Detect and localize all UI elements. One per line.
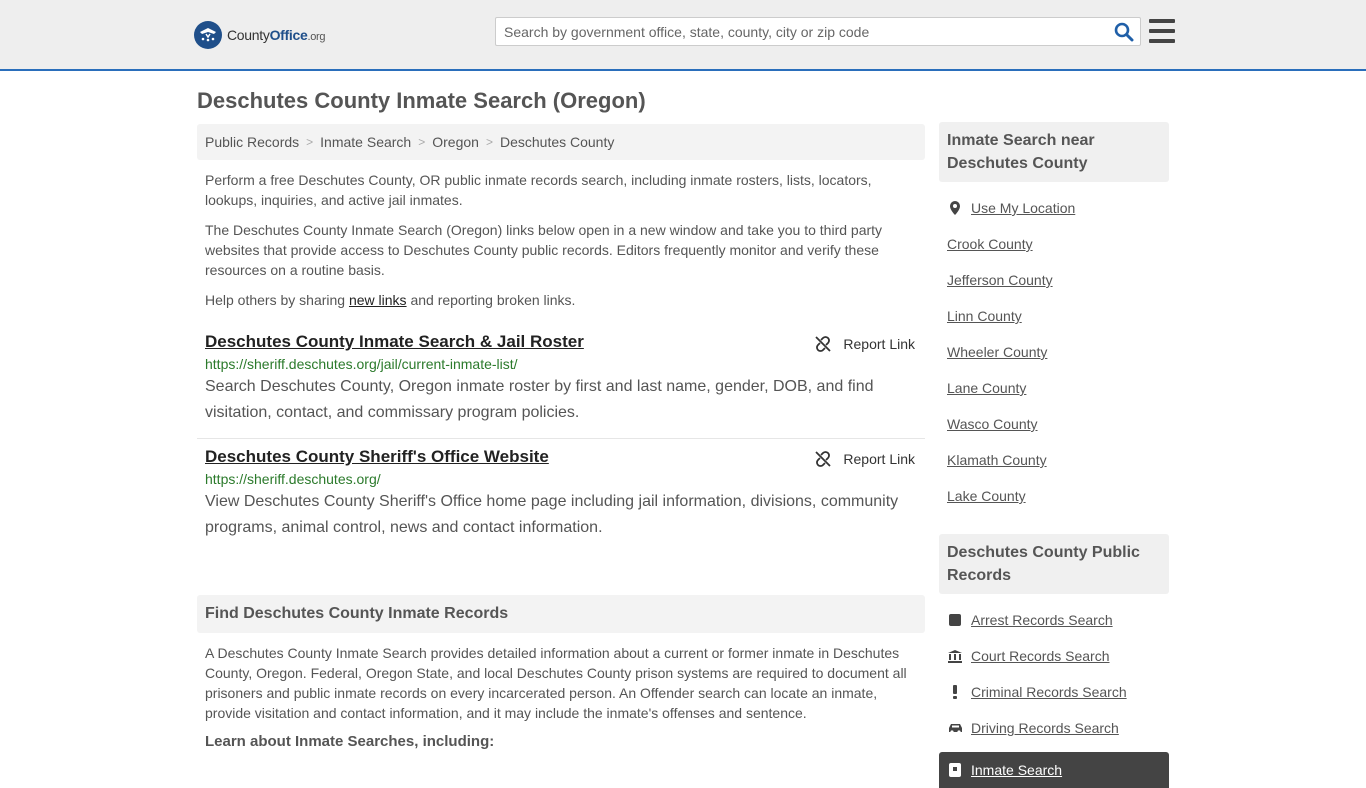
sidebar-item-use-my-location[interactable]: Use My Location [939, 190, 1169, 226]
sidebar-item-county[interactable]: Jefferson County [939, 262, 1169, 298]
exclamation-icon [947, 684, 963, 700]
result-description: View Deschutes County Sheriff's Office h… [205, 493, 899, 536]
public-records-heading: Deschutes County Public Records [939, 534, 1169, 594]
main-content: Public Records > Inmate Search > Oregon … [197, 124, 925, 750]
intro-text: Perform a free Deschutes County, OR publ… [197, 170, 925, 310]
seal-icon [194, 21, 222, 49]
sidebar-item-inmate-search[interactable]: Inmate Search [939, 752, 1169, 788]
sidebar: Inmate Search near Deschutes County Use … [939, 122, 1169, 788]
nearby-heading: Inmate Search near Deschutes County [939, 122, 1169, 182]
broken-link-icon [815, 451, 832, 467]
report-link-button[interactable]: Report Link [815, 336, 915, 352]
square-icon [947, 612, 963, 628]
learn-heading: Learn about Inmate Searches, including: [205, 733, 495, 750]
intro-paragraph: Perform a free Deschutes County, OR publ… [205, 172, 872, 208]
page-title: Deschutes County Inmate Search (Oregon) [197, 88, 646, 113]
site-header: CountyOffice.org [0, 0, 1366, 71]
sidebar-item-arrest-records[interactable]: Arrest Records Search [939, 602, 1169, 638]
search-input[interactable] [496, 18, 1096, 45]
site-logo[interactable]: CountyOffice.org [194, 20, 326, 50]
breadcrumb: Public Records > Inmate Search > Oregon … [197, 124, 925, 160]
intro-paragraph: The Deschutes County Inmate Search (Oreg… [205, 222, 883, 278]
map-pin-icon [947, 200, 963, 216]
result-description: Search Deschutes County, Oregon inmate r… [205, 378, 874, 421]
broken-link-icon [815, 336, 832, 352]
sidebar-item-county[interactable]: Linn County [939, 298, 1169, 334]
sidebar-item-county[interactable]: Wasco County [939, 406, 1169, 442]
sidebar-item-driving-records[interactable]: Driving Records Search [939, 710, 1169, 746]
nearby-list: Use My Location Crook County Jefferson C… [939, 190, 1169, 514]
search-bar [495, 17, 1141, 46]
breadcrumb-separator-icon: > [306, 135, 314, 149]
result-title-link[interactable]: Deschutes County Inmate Search & Jail Ro… [205, 332, 584, 352]
breadcrumb-separator-icon: > [485, 135, 493, 149]
sidebar-item-county[interactable]: Crook County [939, 226, 1169, 262]
hamburger-menu-icon[interactable] [1149, 19, 1175, 43]
car-icon [947, 720, 963, 736]
share-links-paragraph: Help others by sharing new links and rep… [205, 292, 576, 308]
search-icon[interactable] [1114, 22, 1134, 42]
result-url: https://sheriff.deschutes.org/ [205, 471, 381, 487]
sidebar-item-court-records[interactable]: Court Records Search [939, 638, 1169, 674]
result-url: https://sheriff.deschutes.org/jail/curre… [205, 356, 518, 372]
result-item: Deschutes County Sheriff's Office Websit… [197, 439, 925, 553]
sidebar-item-criminal-records[interactable]: Criminal Records Search [939, 674, 1169, 710]
new-links-link[interactable]: new links [349, 292, 407, 308]
breadcrumb-public-records[interactable]: Public Records [205, 134, 299, 150]
breadcrumb-inmate-search[interactable]: Inmate Search [320, 134, 411, 150]
report-link-button[interactable]: Report Link [815, 451, 915, 467]
sidebar-item-county[interactable]: Wheeler County [939, 334, 1169, 370]
logo-wordmark: CountyOffice.org [227, 27, 326, 43]
id-card-icon [947, 762, 963, 778]
breadcrumb-oregon[interactable]: Oregon [432, 134, 479, 150]
breadcrumb-current: Deschutes County [499, 134, 615, 150]
sidebar-item-county[interactable]: Klamath County [939, 442, 1169, 478]
sidebar-item-county[interactable]: Lane County [939, 370, 1169, 406]
sidebar-item-county[interactable]: Lake County [939, 478, 1169, 514]
find-records-text: A Deschutes County Inmate Search provide… [205, 645, 907, 721]
result-item: Deschutes County Inmate Search & Jail Ro… [197, 324, 925, 439]
courthouse-icon [947, 648, 963, 664]
result-title-link[interactable]: Deschutes County Sheriff's Office Websit… [205, 447, 549, 467]
breadcrumb-separator-icon: > [418, 135, 426, 149]
find-records-heading: Find Deschutes County Inmate Records [197, 595, 925, 633]
public-records-list: Arrest Records Search Court Records Sear… [939, 602, 1169, 788]
